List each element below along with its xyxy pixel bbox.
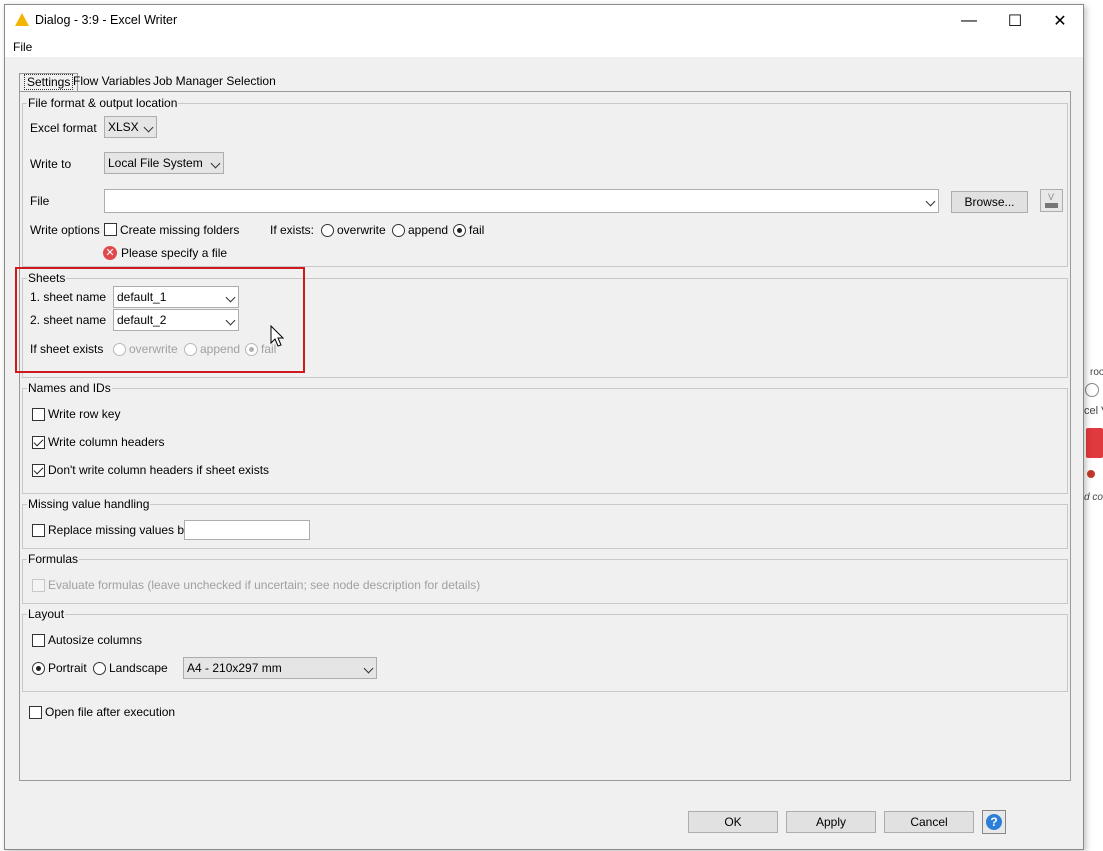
replace-missing-input[interactable] <box>184 520 310 540</box>
background-canvas <box>1084 0 1103 851</box>
autosize-columns-label: Autosize columns <box>48 633 143 647</box>
file-format-group: File format & output location <box>22 96 1068 267</box>
tab-job-manager[interactable]: Job Manager Selection <box>149 73 280 91</box>
highlight-annotation <box>15 267 305 373</box>
portrait-radio[interactable] <box>32 662 45 675</box>
dialog-window: Dialog - 3:9 - Excel Writer — ☐ ✕ File S… <box>4 4 1084 850</box>
if-exists-append-radio[interactable] <box>392 224 405 237</box>
create-missing-folders-label: Create missing folders <box>120 223 240 237</box>
radio-selected-dot <box>457 228 462 233</box>
help-icon: ? <box>986 814 1002 830</box>
tab-flow-variables[interactable]: Flow Variables <box>69 73 155 91</box>
bg-node-icon <box>1086 428 1103 458</box>
create-missing-folders-checkbox[interactable] <box>104 223 117 236</box>
error-message: Please specify a file <box>121 246 228 260</box>
replace-missing-checkbox[interactable] <box>32 524 45 537</box>
open-after-checkbox[interactable] <box>29 706 42 719</box>
browse-button[interactable]: Browse... <box>951 191 1028 213</box>
write-column-headers-checkbox[interactable] <box>32 436 45 449</box>
if-exists-fail-label: fail <box>469 223 485 237</box>
bg-node-label: root <box>1090 367 1103 378</box>
if-exists-overwrite-radio[interactable] <box>321 224 334 237</box>
excel-format-label: Excel format <box>30 121 97 135</box>
if-exists-fail-radio[interactable] <box>453 224 466 237</box>
bg-node-port <box>1085 383 1099 397</box>
title-bar[interactable]: Dialog - 3:9 - Excel Writer — ☐ ✕ <box>5 5 1083 37</box>
if-exists-overwrite-label: overwrite <box>337 223 386 237</box>
window-title: Dialog - 3:9 - Excel Writer <box>35 13 178 27</box>
check-icon <box>33 436 44 447</box>
write-row-key-label: Write row key <box>48 407 121 421</box>
tab-settings-label: Settings <box>24 74 74 90</box>
maximize-button[interactable]: ☐ <box>992 5 1038 37</box>
write-column-headers-label: Write column headers <box>48 435 165 449</box>
landscape-label: Landscape <box>109 661 168 675</box>
portrait-label: Portrait <box>48 661 87 675</box>
write-row-key-checkbox[interactable] <box>32 408 45 421</box>
group-title: File format & output location <box>27 96 179 110</box>
autosize-columns-checkbox[interactable] <box>32 634 45 647</box>
file-label: File <box>30 194 50 208</box>
write-to-select[interactable]: Local File System <box>104 152 224 174</box>
chevron-down-icon <box>143 122 154 133</box>
cancel-button[interactable]: Cancel <box>884 811 974 833</box>
if-exists-append-label: append <box>408 223 449 237</box>
close-button[interactable]: ✕ <box>1037 5 1083 37</box>
bg-node-name: cel V <box>1084 405 1103 417</box>
evaluate-formulas-label: Evaluate formulas (leave unchecked if un… <box>48 578 481 592</box>
bg-node-status <box>1087 470 1095 478</box>
flow-variable-button[interactable]: V <box>1040 189 1063 212</box>
open-after-label: Open file after execution <box>45 705 176 719</box>
variable-icon <box>1045 203 1058 208</box>
write-options-label: Write options <box>30 223 100 237</box>
apply-button[interactable]: Apply <box>786 811 876 833</box>
minimize-button[interactable]: — <box>946 5 992 37</box>
file-path-input[interactable] <box>104 189 939 213</box>
names-ids-group: Names and IDs <box>22 381 1068 494</box>
excel-format-select[interactable]: XLSX <box>104 116 157 138</box>
group-title: Formulas <box>27 552 80 566</box>
ok-button[interactable]: OK <box>688 811 778 833</box>
evaluate-formulas-checkbox[interactable] <box>32 579 45 592</box>
group-title: Missing value handling <box>27 497 151 511</box>
menu-bar: File <box>5 37 1083 57</box>
write-to-label: Write to <box>30 157 72 171</box>
group-title: Names and IDs <box>27 381 112 395</box>
landscape-radio[interactable] <box>93 662 106 675</box>
chevron-down-icon <box>210 158 221 169</box>
warning-icon <box>15 13 29 26</box>
paper-size-select[interactable]: A4 - 210x297 mm <box>183 657 377 679</box>
error-icon: ✕ <box>103 246 117 260</box>
chevron-down-icon <box>363 663 374 674</box>
check-icon <box>33 464 44 475</box>
layout-group: Layout <box>22 607 1068 692</box>
chevron-down-icon <box>925 196 936 207</box>
menu-file[interactable]: File <box>13 40 32 54</box>
v-icon: V <box>1048 192 1055 202</box>
replace-missing-label: Replace missing values by <box>48 523 191 537</box>
if-exists-label: If exists: <box>270 223 315 237</box>
radio-selected-dot <box>36 666 41 671</box>
dont-write-headers-label: Don't write column headers if sheet exis… <box>48 463 270 477</box>
bg-node-comment: d co <box>1084 492 1103 503</box>
dont-write-headers-checkbox[interactable] <box>32 464 45 477</box>
help-button[interactable]: ? <box>982 810 1006 834</box>
group-title: Layout <box>27 607 66 621</box>
